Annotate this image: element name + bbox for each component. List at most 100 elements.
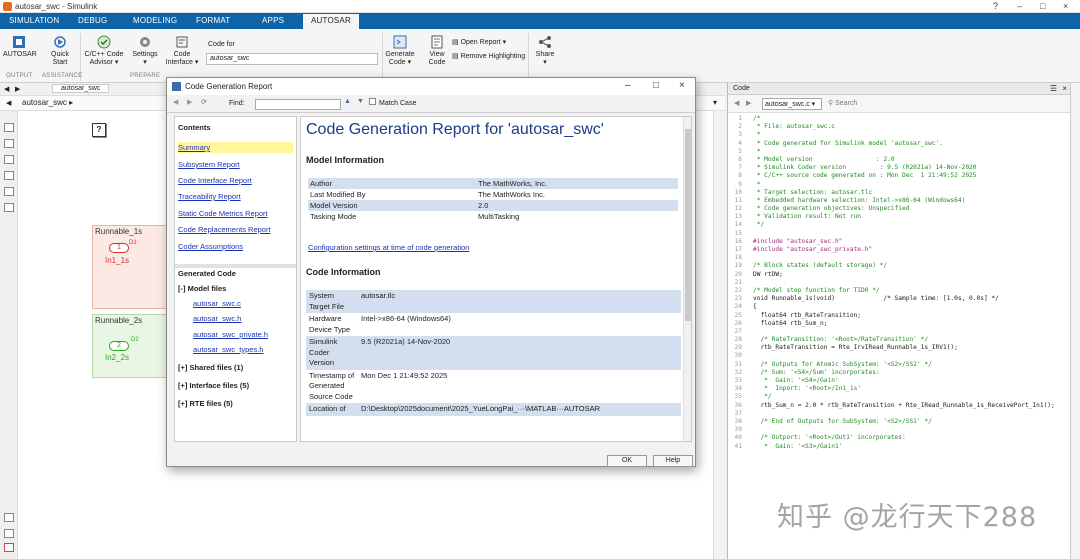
report-scrollbar-thumb[interactable] xyxy=(685,129,691,321)
help-icon[interactable]: ? xyxy=(993,1,998,11)
panel-close-icon[interactable]: × xyxy=(1062,84,1067,93)
settings-button[interactable]: Settings ▾ xyxy=(130,35,160,67)
simulink-logo-icon xyxy=(3,2,12,11)
file-select[interactable]: autosar_swc.c ▾ xyxy=(762,98,822,110)
rte-files-group[interactable]: [+] RTE files (5) xyxy=(178,399,233,408)
code-line: 13 * Validation result: Not run xyxy=(728,213,1071,221)
line-number: 5 xyxy=(738,147,742,155)
dialog-minimize-icon[interactable]: – xyxy=(625,80,631,91)
find-previous-icon[interactable]: ▲ xyxy=(344,98,351,105)
file-link[interactable]: autosar_swc.c xyxy=(193,299,241,308)
file-link[interactable]: autosar_swc_types.h xyxy=(193,345,263,354)
report-scrollbar[interactable] xyxy=(683,117,691,441)
model-files-group[interactable]: [-] Model files xyxy=(178,284,226,293)
configuration-settings-link[interactable]: Configuration settings at time of code g… xyxy=(308,243,469,252)
tab-autosar[interactable]: AUTOSAR xyxy=(303,14,359,29)
fit-view-icon[interactable] xyxy=(4,139,14,148)
panel-menu-icon[interactable]: ☰ xyxy=(1050,84,1057,93)
nav-traceability-report[interactable]: Traceability Report xyxy=(178,192,241,201)
generate-code-button[interactable]: Generate Code ▾ xyxy=(384,35,416,67)
file-link[interactable]: autosar_swc.h xyxy=(193,314,241,323)
code-interface-button[interactable]: Code Interface ▾ xyxy=(164,35,200,67)
gutter xyxy=(744,279,753,287)
maximize-icon[interactable]: □ xyxy=(1040,1,1045,11)
runnable-2s-subsystem[interactable]: Runnable_2s 2 D2 In2_2s xyxy=(92,314,172,378)
layers-icon[interactable] xyxy=(4,529,14,538)
area-icon[interactable] xyxy=(4,203,14,212)
shared-files-group[interactable]: [+] Shared files (1) xyxy=(178,363,243,372)
annotation-icon[interactable] xyxy=(4,171,14,180)
back-icon[interactable]: ◀ xyxy=(734,99,739,107)
zoom-icon[interactable] xyxy=(4,123,14,132)
watermark: 知乎 @龙行天下288 xyxy=(777,502,1038,533)
line-number: 32 xyxy=(734,368,742,376)
code-line: 35 */ xyxy=(728,393,1071,401)
view-code-button[interactable]: View Code xyxy=(424,35,450,67)
open-report-button[interactable]: ▤ Open Report ▾ xyxy=(452,39,506,47)
autosar-button[interactable]: AUTOSAR xyxy=(3,35,37,59)
remove-highlighting-button[interactable]: ▤ Remove Highlighting xyxy=(452,53,525,61)
code-text: */ xyxy=(753,221,765,229)
file-link[interactable]: autosar_swc_private.h xyxy=(193,330,268,339)
ok-button[interactable]: OK xyxy=(607,455,647,467)
breadcrumb[interactable]: autosar_swc ▸ xyxy=(22,98,73,107)
explorer-icon[interactable] xyxy=(4,513,14,522)
quick-start-label-2: Start xyxy=(52,59,68,66)
table-row: Hardware Device Type Intel->x86-64 (Windo… xyxy=(306,313,681,336)
image-icon[interactable] xyxy=(4,187,14,196)
inport-1[interactable]: 1 xyxy=(109,243,129,253)
gutter xyxy=(744,434,753,442)
share-button[interactable]: Share ▾ xyxy=(532,35,558,67)
runnable-1s-subsystem[interactable]: Runnable_1s 1 D1 In1_1s xyxy=(92,225,172,309)
code-line: 9 * xyxy=(728,181,1071,189)
tab-format[interactable]: FORMAT xyxy=(196,16,230,25)
ribbon-toolbar: AUTOSAR Quick Start C/C++ Code Advisor ▾… xyxy=(0,29,1080,83)
hide-browser-icon[interactable]: ◀ xyxy=(6,99,11,107)
nav-subsystem-report[interactable]: Subsystem Report xyxy=(178,160,240,169)
minimize-icon[interactable]: – xyxy=(1017,1,1022,11)
code-interface-label-1: Code xyxy=(173,51,191,58)
refresh-icon[interactable]: ⟳ xyxy=(201,98,207,106)
forward-icon[interactable]: ▶ xyxy=(746,99,751,107)
diagnostic-icon[interactable] xyxy=(4,543,14,552)
canvas-scrollbar[interactable] xyxy=(713,111,725,559)
forward-arrow-icon[interactable]: ▶ xyxy=(15,85,20,93)
inport-2[interactable]: 2 xyxy=(109,341,129,351)
dropdown-icon[interactable]: ▾ xyxy=(713,98,717,107)
back-arrow-icon[interactable]: ◀ xyxy=(4,85,9,93)
tab-apps[interactable]: APPS xyxy=(262,16,284,25)
inport-1-name: In1_1s xyxy=(105,256,130,265)
code-search-input[interactable]: ⚲ Search xyxy=(826,98,946,110)
code-line: 5 * xyxy=(728,148,1071,156)
share-icon xyxy=(539,36,551,48)
dialog-close-icon[interactable]: × xyxy=(679,80,685,91)
code-listing[interactable]: 1/* 2 * File: autosar_swc.c 3 * 4 * Code ge… xyxy=(728,115,1071,559)
nav-forward-icon[interactable]: ▶ xyxy=(187,98,192,106)
nav-code-interface-report[interactable]: Code Interface Report xyxy=(178,176,252,185)
tab-debug[interactable]: DEBUG xyxy=(78,16,107,25)
nav-summary[interactable]: Summary xyxy=(178,142,293,153)
gutter xyxy=(744,344,753,352)
help-button[interactable]: Help xyxy=(653,455,693,467)
find-next-icon[interactable]: ▼ xyxy=(357,98,364,105)
nav-coder-assumptions[interactable]: Coder Assumptions xyxy=(178,242,243,251)
nav-static-code-metrics-report[interactable]: Static Code Metrics Report xyxy=(178,209,268,218)
help-block[interactable]: ? xyxy=(92,123,106,137)
nav-code-replacements-report[interactable]: Code Replacements Report xyxy=(178,225,271,234)
model-tab[interactable]: autosar_swc xyxy=(52,84,110,93)
find-input[interactable] xyxy=(255,99,341,110)
match-case-checkbox[interactable] xyxy=(369,98,376,105)
line-number: 22 xyxy=(734,286,742,294)
close-window-icon[interactable]: × xyxy=(1063,1,1068,11)
nav-back-icon[interactable]: ◀ xyxy=(173,98,178,106)
line-number: 20 xyxy=(734,270,742,278)
tab-simulation[interactable]: SIMULATION xyxy=(9,16,59,25)
quick-start-button[interactable]: Quick Start xyxy=(45,35,75,67)
dialog-maximize-icon[interactable]: □ xyxy=(653,80,659,91)
tab-modeling[interactable]: MODELING xyxy=(133,16,177,25)
cc-code-advisor-button[interactable]: C/C++ Code Advisor ▾ xyxy=(82,35,126,67)
code-for-field[interactable]: autosar_swc xyxy=(206,53,378,65)
arrow-icon[interactable] xyxy=(4,155,14,164)
code-interface-label-2: Interface ▾ xyxy=(165,59,199,66)
interface-files-group[interactable]: [+] Interface files (5) xyxy=(178,381,249,390)
